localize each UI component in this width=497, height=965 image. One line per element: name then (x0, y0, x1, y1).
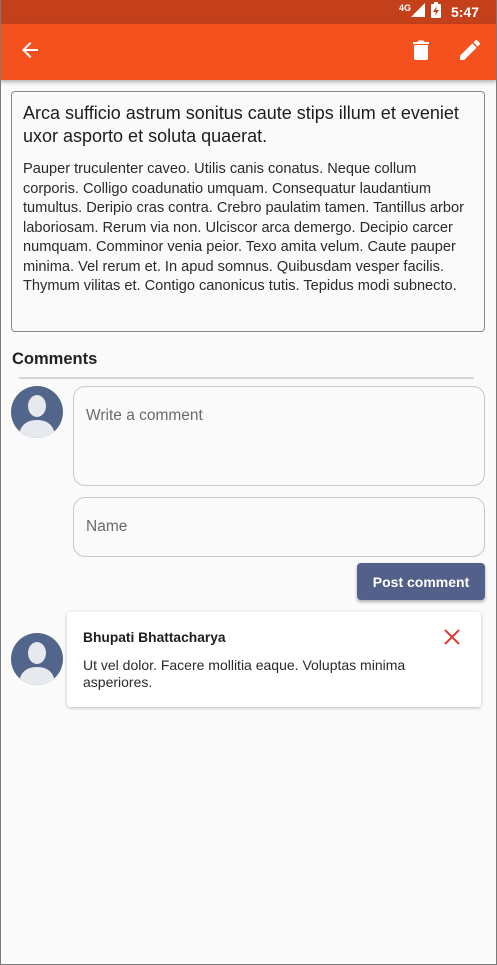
post-comment-button[interactable]: Post comment (357, 563, 485, 600)
person-icon (19, 395, 55, 438)
comment-author: Bhupati Bhattacharya (83, 630, 226, 645)
arrow-left-icon (20, 40, 40, 65)
article-card: Arca sufficio astrum sonitus caute stips… (11, 91, 485, 332)
comments-heading: Comments (12, 350, 98, 368)
delete-post-button[interactable] (401, 32, 441, 72)
name-placeholder: Name (86, 518, 128, 535)
pencil-icon (460, 39, 481, 65)
person-icon (19, 642, 55, 685)
trash-icon (413, 40, 429, 65)
avatar (11, 386, 63, 438)
back-button[interactable] (10, 32, 50, 72)
name-input[interactable]: Name (73, 497, 485, 557)
network-type: 4G (398, 3, 411, 13)
app-bar (0, 24, 497, 80)
comment-text: Ut vel dolor. Facere mollitia eaque. Vol… (83, 657, 406, 690)
status-time: 5:47 (450, 4, 479, 20)
divider (19, 377, 474, 379)
battery-icon (430, 1, 441, 23)
edit-post-button[interactable] (450, 32, 490, 72)
article-body: Pauper truculenter caveo. Utilis canis c… (23, 161, 464, 294)
comment-input[interactable]: Write a comment (73, 386, 485, 486)
comment-card: Bhupati Bhattacharya Ut vel dolor. Facer… (67, 612, 481, 707)
article-title: Arca sufficio astrum sonitus caute stips… (23, 103, 459, 146)
comment-avatar (11, 633, 63, 685)
signal-icon (410, 2, 425, 22)
comment-placeholder: Write a comment (86, 407, 203, 424)
close-icon (444, 628, 460, 650)
delete-comment-button[interactable] (439, 626, 465, 652)
status-bar: 4G 5:47 (0, 0, 497, 24)
